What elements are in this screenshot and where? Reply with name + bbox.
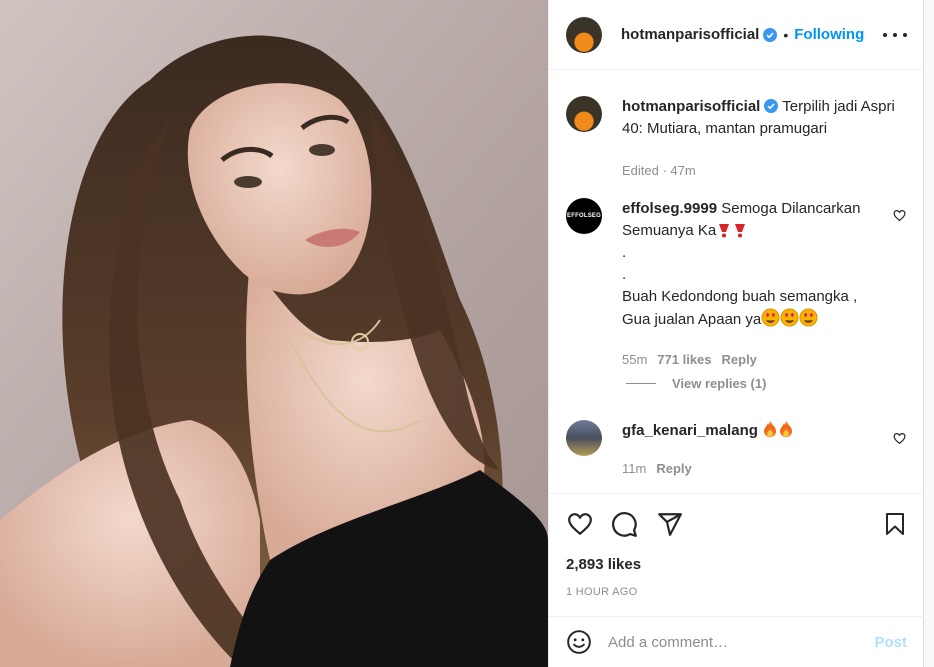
- fire-emoji: [780, 421, 793, 437]
- comment-line: Buah Kedondong buah semangka ,: [622, 288, 858, 305]
- comment-body: gfa_kenari_malang 11m Reply: [622, 420, 902, 480]
- following-button[interactable]: Following: [794, 26, 864, 43]
- caption-row: hotmanparisofficial Terpilih jadi Aspri …: [566, 96, 902, 182]
- comment-icon[interactable]: [611, 511, 638, 538]
- heart-eyes-emoji: [780, 308, 799, 327]
- comment-line: Gua jualan Apaan ya: [622, 311, 762, 328]
- comment-body: effolseg.9999 Semoga Dilancarkan Semuany…: [622, 198, 902, 371]
- author-username[interactable]: hotmanparisofficial: [621, 26, 759, 43]
- author-avatar[interactable]: [566, 16, 602, 53]
- view-replies-line: [626, 383, 656, 384]
- bookmark-icon[interactable]: [883, 511, 907, 537]
- comment-time: 11m: [622, 461, 647, 476]
- heart-eyes-emoji: [799, 308, 818, 327]
- comment-time: 55m: [622, 352, 648, 367]
- comment-input[interactable]: [608, 633, 863, 651]
- comment-line: .: [622, 244, 627, 261]
- commenter-avatar[interactable]: EFFOLSEG: [566, 198, 602, 234]
- window-edge: [924, 0, 934, 667]
- smiley-icon[interactable]: [566, 629, 592, 655]
- post-actions: [549, 494, 924, 554]
- view-replies-button[interactable]: View replies (1): [626, 376, 766, 391]
- caption-avatar[interactable]: [566, 96, 602, 132]
- heart-eyes-emoji: [761, 308, 780, 327]
- caption-body: hotmanparisofficial Terpilih jadi Aspri …: [622, 96, 902, 182]
- red-exclamation-emoji: [735, 224, 746, 238]
- verified-badge-icon: [763, 27, 778, 42]
- caption-meta: Edited · 47m: [622, 163, 696, 178]
- comment-row: gfa_kenari_malang 11m Reply: [566, 420, 902, 480]
- post-photo[interactable]: [0, 0, 548, 667]
- comment-line: .: [622, 266, 627, 283]
- heart-icon[interactable]: [566, 511, 594, 537]
- view-replies-label: View replies (1): [672, 376, 767, 391]
- comment-meta: 55m 771 likes Reply: [622, 349, 902, 371]
- red-exclamation-emoji: [719, 224, 730, 238]
- commenter-username[interactable]: gfa_kenari_malang: [622, 422, 758, 439]
- post-detail-panel: hotmanparisofficial • Following hotmanpa…: [548, 0, 924, 667]
- paper-plane-icon[interactable]: [657, 511, 683, 537]
- post-timestamp: 1 HOUR AGO: [566, 586, 638, 598]
- post-photo-illustration: [0, 0, 548, 667]
- verified-badge-icon: [764, 99, 779, 113]
- add-comment-bar: Post: [549, 616, 924, 667]
- comment-likes[interactable]: 771 likes: [657, 352, 711, 367]
- caption-username[interactable]: hotmanparisofficial: [622, 98, 760, 115]
- reply-button[interactable]: Reply: [656, 461, 691, 476]
- post-comment-button[interactable]: Post: [874, 634, 907, 651]
- comment-row: EFFOLSEG effolseg.9999 Semoga Dilancarka…: [566, 198, 902, 371]
- commenter-avatar-text: EFFOLSEG: [567, 213, 601, 219]
- commenter-username[interactable]: effolseg.9999: [622, 200, 717, 217]
- likes-count[interactable]: 2,893 likes: [566, 556, 641, 573]
- more-options-icon[interactable]: [883, 24, 907, 46]
- comment-meta: 11m Reply: [622, 458, 902, 480]
- like-comment-heart-icon[interactable]: [893, 432, 906, 445]
- commenter-avatar[interactable]: [566, 420, 602, 456]
- post-header: hotmanparisofficial • Following: [549, 0, 924, 70]
- reply-button[interactable]: Reply: [722, 352, 757, 367]
- comments-list[interactable]: hotmanparisofficial Terpilih jadi Aspri …: [549, 70, 924, 494]
- header-user-info: hotmanparisofficial • Following: [621, 26, 864, 43]
- fire-emoji: [764, 421, 777, 437]
- like-comment-heart-icon[interactable]: [893, 209, 906, 222]
- header-separator: •: [783, 26, 789, 43]
